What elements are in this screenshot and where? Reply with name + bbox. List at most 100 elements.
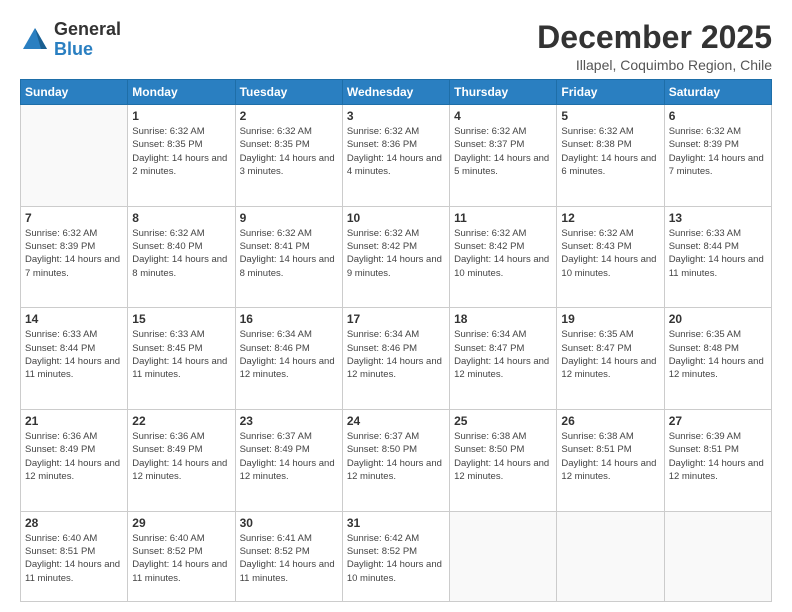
logo-general: General — [54, 19, 121, 39]
calendar-cell: 16 Sunrise: 6:34 AMSunset: 8:46 PMDayligh… — [235, 308, 342, 410]
calendar-cell — [664, 511, 771, 601]
day-info: Sunrise: 6:32 AMSunset: 8:40 PMDaylight:… — [132, 227, 230, 280]
day-number: 5 — [561, 109, 659, 123]
col-header-tuesday: Tuesday — [235, 80, 342, 105]
day-number: 21 — [25, 414, 123, 428]
calendar-cell: 6Sunrise: 6:32 AMSunset: 8:39 PMDaylight… — [664, 105, 771, 207]
day-info: Sunrise: 6:35 AMSunset: 8:47 PMDaylight:… — [561, 328, 659, 381]
day-number: 11 — [454, 211, 552, 225]
day-number: 4 — [454, 109, 552, 123]
calendar-cell: 13 Sunrise: 6:33 AMSunset: 8:44 PMDayligh… — [664, 206, 771, 308]
day-info: Sunrise: 6:42 AMSunset: 8:52 PMDaylight:… — [347, 532, 445, 585]
day-number: 14 — [25, 312, 123, 326]
calendar-cell — [557, 511, 664, 601]
day-number: 30 — [240, 516, 338, 530]
day-number: 29 — [132, 516, 230, 530]
day-info: Sunrise: 6:34 AMSunset: 8:46 PMDaylight:… — [240, 328, 338, 381]
week-row-2: 7Sunrise: 6:32 AMSunset: 8:39 PMDaylight… — [21, 206, 772, 308]
calendar-cell: 28Sunrise: 6:40 AMSunset: 8:51 PMDayligh… — [21, 511, 128, 601]
calendar-cell: 7Sunrise: 6:32 AMSunset: 8:39 PMDaylight… — [21, 206, 128, 308]
day-info: Sunrise: 6:34 AMSunset: 8:46 PMDaylight:… — [347, 328, 445, 381]
day-info: Sunrise: 6:35 AMSunset: 8:48 PMDaylight:… — [669, 328, 767, 381]
day-info: Sunrise: 6:33 AMSunset: 8:45 PMDaylight:… — [132, 328, 230, 381]
day-info: Sunrise: 6:33 AMSunset: 8:44 PMDaylight:… — [669, 227, 767, 280]
day-number: 9 — [240, 211, 338, 225]
header: General Blue December 2025 Illapel, Coqu… — [20, 20, 772, 73]
calendar-cell — [21, 105, 128, 207]
day-info: Sunrise: 6:32 AMSunset: 8:36 PMDaylight:… — [347, 125, 445, 178]
day-number: 16 — [240, 312, 338, 326]
day-number: 13 — [669, 211, 767, 225]
calendar-cell: 3 Sunrise: 6:32 AMSunset: 8:36 PMDaylight… — [342, 105, 449, 207]
calendar-cell: 18 Sunrise: 6:34 AMSunset: 8:47 PMDayligh… — [450, 308, 557, 410]
day-info: Sunrise: 6:36 AMSunset: 8:49 PMDaylight:… — [132, 430, 230, 483]
calendar-cell: 2 Sunrise: 6:32 AMSunset: 8:35 PMDaylight… — [235, 105, 342, 207]
day-number: 17 — [347, 312, 445, 326]
day-info: Sunrise: 6:32 AMSunset: 8:35 PMDaylight:… — [132, 125, 230, 178]
calendar-cell: 5Sunrise: 6:32 AMSunset: 8:38 PMDaylight… — [557, 105, 664, 207]
day-number: 19 — [561, 312, 659, 326]
calendar-cell — [450, 511, 557, 601]
day-number: 26 — [561, 414, 659, 428]
calendar-cell: 11Sunrise: 6:32 AMSunset: 8:42 PMDayligh… — [450, 206, 557, 308]
day-info: Sunrise: 6:38 AMSunset: 8:50 PMDaylight:… — [454, 430, 552, 483]
calendar-cell: 10Sunrise: 6:32 AMSunset: 8:42 PMDayligh… — [342, 206, 449, 308]
calendar-cell: 23 Sunrise: 6:37 AMSunset: 8:49 PMDayligh… — [235, 410, 342, 512]
day-info: Sunrise: 6:32 AMSunset: 8:35 PMDaylight:… — [240, 125, 338, 178]
calendar-cell: 20Sunrise: 6:35 AMSunset: 8:48 PMDayligh… — [664, 308, 771, 410]
col-header-thursday: Thursday — [450, 80, 557, 105]
day-info: Sunrise: 6:37 AMSunset: 8:50 PMDaylight:… — [347, 430, 445, 483]
calendar-cell: 14 Sunrise: 6:33 AMSunset: 8:44 PMDayligh… — [21, 308, 128, 410]
day-number: 1 — [132, 109, 230, 123]
subtitle: Illapel, Coquimbo Region, Chile — [537, 57, 772, 73]
calendar-header-row: SundayMondayTuesdayWednesdayThursdayFrid… — [21, 80, 772, 105]
calendar-cell: 26 Sunrise: 6:38 AMSunset: 8:51 PMDayligh… — [557, 410, 664, 512]
day-info: Sunrise: 6:32 AMSunset: 8:43 PMDaylight:… — [561, 227, 659, 280]
month-title: December 2025 — [537, 20, 772, 55]
logo: General Blue — [20, 20, 121, 60]
logo-blue: Blue — [54, 39, 93, 59]
day-info: Sunrise: 6:34 AMSunset: 8:47 PMDaylight:… — [454, 328, 552, 381]
day-number: 18 — [454, 312, 552, 326]
calendar-cell: 31 Sunrise: 6:42 AMSunset: 8:52 PMDayligh… — [342, 511, 449, 601]
col-header-sunday: Sunday — [21, 80, 128, 105]
calendar-cell: 4 Sunrise: 6:32 AMSunset: 8:37 PMDaylight… — [450, 105, 557, 207]
week-row-5: 28Sunrise: 6:40 AMSunset: 8:51 PMDayligh… — [21, 511, 772, 601]
day-number: 10 — [347, 211, 445, 225]
calendar-cell: 12 Sunrise: 6:32 AMSunset: 8:43 PMDayligh… — [557, 206, 664, 308]
day-info: Sunrise: 6:32 AMSunset: 8:39 PMDaylight:… — [25, 227, 123, 280]
day-number: 28 — [25, 516, 123, 530]
calendar-table: SundayMondayTuesdayWednesdayThursdayFrid… — [20, 79, 772, 602]
day-number: 25 — [454, 414, 552, 428]
calendar-cell: 9 Sunrise: 6:32 AMSunset: 8:41 PMDaylight… — [235, 206, 342, 308]
calendar-cell: 21 Sunrise: 6:36 AMSunset: 8:49 PMDayligh… — [21, 410, 128, 512]
week-row-3: 14 Sunrise: 6:33 AMSunset: 8:44 PMDayligh… — [21, 308, 772, 410]
day-info: Sunrise: 6:38 AMSunset: 8:51 PMDaylight:… — [561, 430, 659, 483]
calendar-cell: 22Sunrise: 6:36 AMSunset: 8:49 PMDayligh… — [128, 410, 235, 512]
day-number: 6 — [669, 109, 767, 123]
col-header-monday: Monday — [128, 80, 235, 105]
day-info: Sunrise: 6:40 AMSunset: 8:52 PMDaylight:… — [132, 532, 230, 585]
day-info: Sunrise: 6:32 AMSunset: 8:37 PMDaylight:… — [454, 125, 552, 178]
day-number: 31 — [347, 516, 445, 530]
col-header-wednesday: Wednesday — [342, 80, 449, 105]
day-number: 3 — [347, 109, 445, 123]
day-number: 15 — [132, 312, 230, 326]
calendar-cell: 30Sunrise: 6:41 AMSunset: 8:52 PMDayligh… — [235, 511, 342, 601]
day-info: Sunrise: 6:37 AMSunset: 8:49 PMDaylight:… — [240, 430, 338, 483]
day-number: 2 — [240, 109, 338, 123]
logo-icon — [20, 25, 50, 55]
day-number: 24 — [347, 414, 445, 428]
day-number: 12 — [561, 211, 659, 225]
day-info: Sunrise: 6:36 AMSunset: 8:49 PMDaylight:… — [25, 430, 123, 483]
calendar-cell: 1 Sunrise: 6:32 AMSunset: 8:35 PMDaylight… — [128, 105, 235, 207]
day-number: 23 — [240, 414, 338, 428]
calendar-cell: 17 Sunrise: 6:34 AMSunset: 8:46 PMDayligh… — [342, 308, 449, 410]
calendar-cell: 24 Sunrise: 6:37 AMSunset: 8:50 PMDayligh… — [342, 410, 449, 512]
calendar-cell: 8Sunrise: 6:32 AMSunset: 8:40 PMDaylight… — [128, 206, 235, 308]
col-header-friday: Friday — [557, 80, 664, 105]
week-row-1: 1 Sunrise: 6:32 AMSunset: 8:35 PMDaylight… — [21, 105, 772, 207]
day-info: Sunrise: 6:32 AMSunset: 8:41 PMDaylight:… — [240, 227, 338, 280]
col-header-saturday: Saturday — [664, 80, 771, 105]
day-info: Sunrise: 6:33 AMSunset: 8:44 PMDaylight:… — [25, 328, 123, 381]
